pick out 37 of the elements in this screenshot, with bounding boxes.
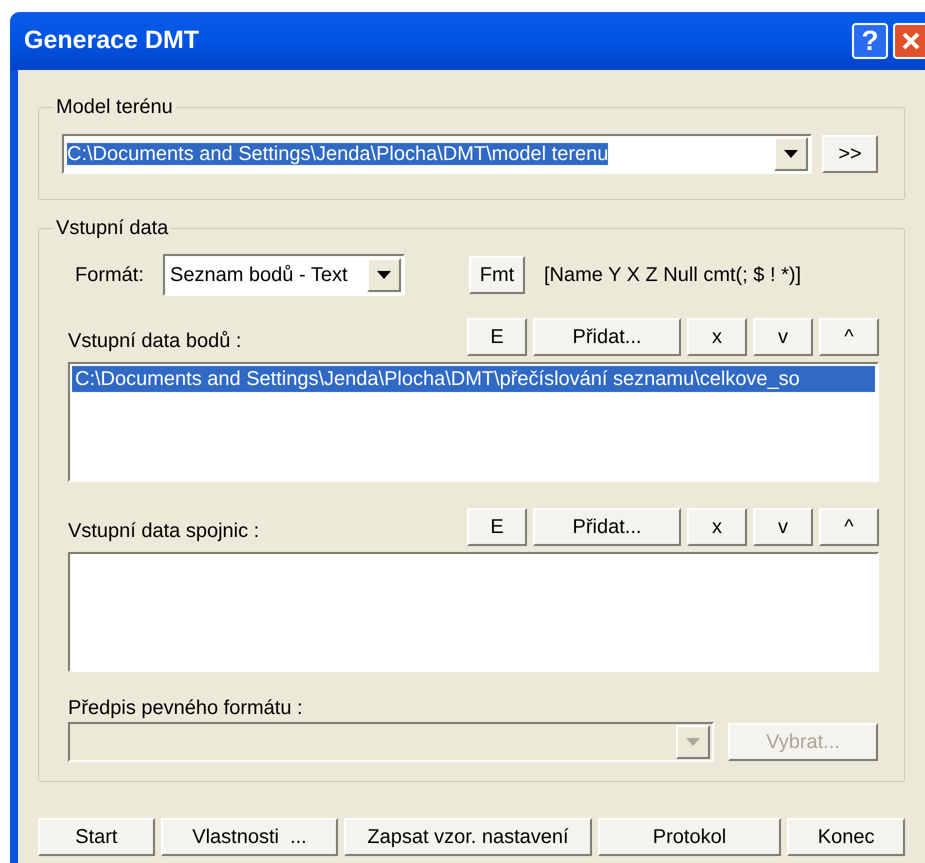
footer-button[interactable]: Zapsat vzor. nastavení [344,818,592,856]
list-button[interactable]: v [753,318,813,356]
footer-button[interactable]: Vlastnosti ... [160,818,338,856]
close-icon [901,31,921,51]
caret-icon [686,738,700,746]
fixed-format-label: Předpis pevného formátu : [68,696,304,720]
footer-button[interactable]: Start [38,818,155,856]
browse-button[interactable]: >> [822,134,878,172]
list-button[interactable]: E [467,508,527,546]
list-button[interactable]: x [687,508,747,546]
list-button[interactable]: E [467,318,527,356]
footer-button[interactable]: Protokol [598,818,782,856]
help-button[interactable]: ? [852,23,888,59]
list-button[interactable]: v [753,508,813,546]
list-button[interactable]: Přidat... [533,318,681,356]
list-item[interactable]: C:\Documents and Settings\Jenda\Plocha\DMT\přečíslování seznamu\celkove_so [72,366,875,392]
caret-icon [784,150,798,158]
fmt-button[interactable]: Fmt [469,256,525,294]
dropdown-button[interactable] [774,136,808,170]
caret-icon [377,271,391,279]
combo-value: C:\Documents and Settings\Jenda\Plocha\DMT\model terenu [67,142,610,166]
model-combo[interactable]: C:\Documents and Settings\Jenda\Plocha\DMT\model terenu [62,134,812,174]
footer-button[interactable]: Konec [787,818,905,856]
window-title: Generace DMT [24,25,200,56]
format-label: Formát: [75,263,145,288]
list-label: Vstupní data bodů : [68,329,242,354]
list-button[interactable]: Přidat... [533,508,681,546]
group-title: Vstupní data [53,216,172,240]
list-button[interactable]: ^ [819,508,879,546]
list-button[interactable]: ^ [819,318,879,356]
format-hint: [Name Y X Z Null cmt(; $ ! *)] [544,263,802,288]
dropdown-button[interactable] [367,258,401,292]
format-select[interactable]: Seznam bodů - Text [163,254,405,296]
list-label: Vstupní data spojnic : [68,519,260,544]
list-button[interactable]: x [687,318,747,356]
close-button[interactable] [893,23,925,59]
select-value: Seznam bodů - Text [170,263,349,288]
